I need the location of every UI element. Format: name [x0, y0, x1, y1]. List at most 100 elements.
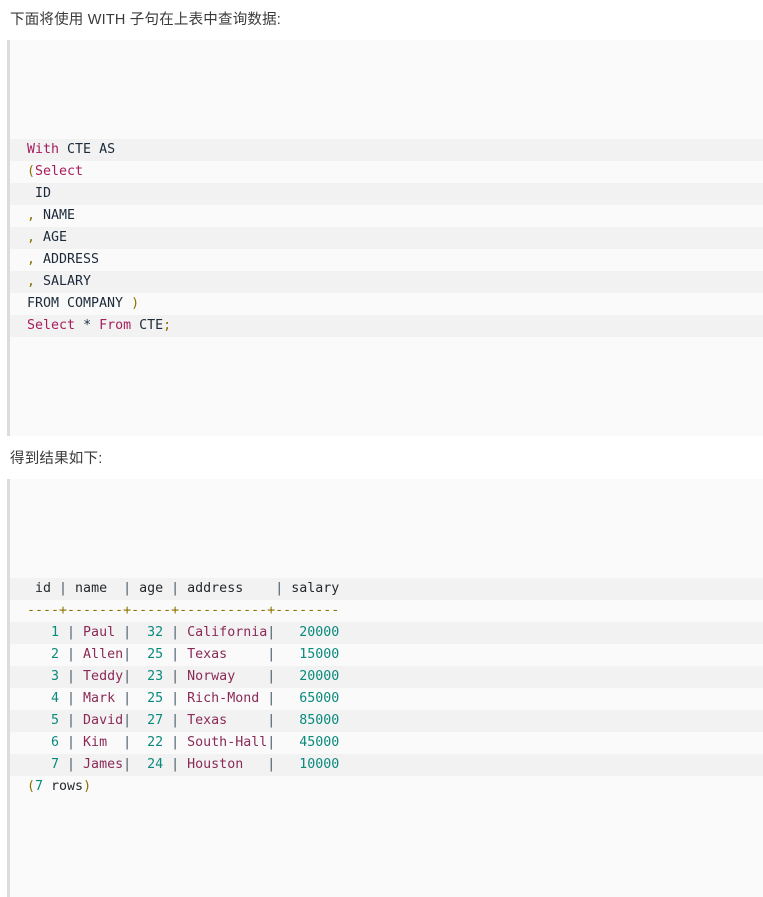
code-token: AGE [35, 230, 68, 245]
query-result-block[interactable]: id | name | age | address | salary ----+-… [7, 479, 763, 897]
cell-address: Houston [179, 757, 268, 772]
cell-name: Paul [75, 625, 124, 640]
code-line: (Select [10, 161, 763, 183]
cell-name: Mark [75, 691, 124, 706]
column-divider: | [59, 625, 76, 640]
column-divider: | [123, 757, 132, 772]
table-row: 6 | Kim | 22 | South-Hall| 45000 [10, 732, 763, 754]
footer-close-paren: ) [83, 779, 92, 794]
code-line: ID [10, 183, 763, 205]
cell-age: 32 [131, 625, 164, 640]
column-divider: | [163, 713, 180, 728]
cell-salary: 65000 [275, 691, 340, 706]
result-lines-container: id | name | age | address | salary ----+-… [10, 578, 763, 798]
cell-age: 22 [131, 735, 164, 750]
cell-name: David [75, 713, 124, 728]
footer-label: rows [43, 779, 84, 794]
column-divider: | [267, 647, 276, 662]
cell-id: 3 [27, 669, 60, 684]
code-line: , ADDRESS [10, 249, 763, 271]
footer-open-paren: ( [27, 779, 36, 794]
column-divider: | [123, 713, 132, 728]
cell-age: 27 [131, 713, 164, 728]
row-count-footer: (7 rows) [10, 776, 763, 798]
cell-address: Rich-Mond [179, 691, 268, 706]
code-line: , SALARY [10, 271, 763, 293]
cell-salary: 15000 [275, 647, 340, 662]
code-token: , [27, 230, 36, 245]
sql-code-block[interactable]: With CTE AS (Select ID, NAME, AGE, ADDRES… [7, 40, 763, 436]
column-divider: | [59, 669, 76, 684]
intro-paragraph: 下面将使用 WITH 子句在上表中查询数据: [10, 12, 282, 28]
code-line: Select * From CTE; [10, 315, 763, 337]
cell-name: Teddy [75, 669, 124, 684]
column-divider: | [163, 735, 180, 750]
code-token: SALARY [35, 274, 92, 289]
cell-name: James [75, 757, 124, 772]
column-divider: | [163, 647, 180, 662]
table-row: 2 | Allen| 25 | Texas | 15000 [10, 644, 763, 666]
code-token: , [27, 274, 36, 289]
cell-id: 1 [27, 625, 60, 640]
column-divider: | [123, 669, 132, 684]
code-token: CTE [139, 318, 164, 333]
result-separator-row: ----+-------+-----+-----------+-------- [10, 600, 763, 622]
code-token: ADDRESS [35, 252, 100, 267]
result-header-row: id | name | age | address | salary [10, 578, 763, 600]
cell-id: 2 [27, 647, 60, 662]
column-divider: | [59, 713, 76, 728]
result-paragraph: 得到结果如下: [10, 451, 103, 467]
cell-salary: 45000 [275, 735, 340, 750]
column-divider: | [267, 691, 276, 706]
table-row: 1 | Paul | 32 | California| 20000 [10, 622, 763, 644]
table-row: 3 | Teddy| 23 | Norway | 20000 [10, 666, 763, 688]
code-token: NAME [35, 208, 76, 223]
code-line: With CTE AS [10, 139, 763, 161]
cell-id: 5 [27, 713, 60, 728]
result-block-bottom-padding [10, 842, 763, 853]
column-divider: | [267, 735, 276, 750]
cell-salary: 20000 [275, 669, 340, 684]
code-token: Select [35, 164, 84, 179]
code-token: ( [27, 164, 36, 179]
table-row: 5 | David| 27 | Texas | 85000 [10, 710, 763, 732]
page-root: 下面将使用 WITH 子句在上表中查询数据: With CTE AS (Selec… [0, 0, 763, 897]
code-token: , [27, 252, 36, 267]
column-divider: | [267, 669, 276, 684]
table-row: 4 | Mark | 25 | Rich-Mond | 65000 [10, 688, 763, 710]
cell-name: Kim [75, 735, 124, 750]
cell-salary: 10000 [275, 757, 340, 772]
code-token: Select [27, 318, 76, 333]
column-divider: | [123, 735, 132, 750]
cell-id: 6 [27, 735, 60, 750]
column-divider: | [59, 691, 76, 706]
code-lines-container: With CTE AS (Select ID, NAME, AGE, ADDRES… [10, 139, 763, 337]
cell-age: 23 [131, 669, 164, 684]
code-token: , [27, 208, 36, 223]
column-divider: | [163, 669, 180, 684]
column-divider: | [59, 647, 76, 662]
code-token: ) [131, 296, 140, 311]
column-divider: | [123, 647, 132, 662]
column-divider: | [123, 625, 132, 640]
code-line: , NAME [10, 205, 763, 227]
cell-address: Texas [179, 647, 268, 662]
cell-id: 4 [27, 691, 60, 706]
code-line: FROM COMPANY ) [10, 293, 763, 315]
code-token: * [83, 318, 92, 333]
code-block-top-padding [10, 84, 763, 95]
cell-age: 25 [131, 647, 164, 662]
cell-address: California [179, 625, 268, 640]
column-divider: | [163, 691, 180, 706]
column-divider: | [123, 691, 132, 706]
column-divider: | [267, 757, 276, 772]
cell-salary: 85000 [275, 713, 340, 728]
code-token: With [27, 142, 60, 157]
separator-dashes: ----+-------+-----+-----------+-------- [27, 603, 340, 618]
footer-row-count: 7 [35, 779, 44, 794]
code-token: ID [27, 186, 52, 201]
code-block-bottom-padding [10, 381, 763, 392]
